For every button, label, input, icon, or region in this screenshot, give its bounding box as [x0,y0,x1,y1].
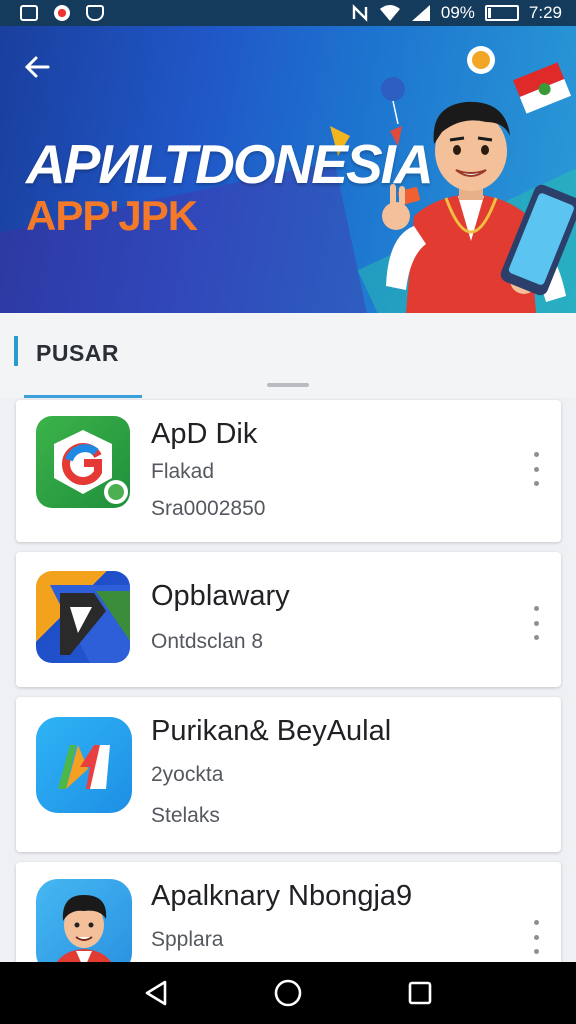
more-vert-icon [533,606,539,611]
section-header: PUSAR [0,313,576,398]
play-arrow-icon [36,571,130,663]
nfc-icon [352,4,368,22]
drag-handle[interactable] [267,383,309,387]
app-title: ApD Dik [151,418,258,450]
app-list-item[interactable]: Opblawary Ontdsclan 8 [16,552,561,687]
more-options-button[interactable] [531,606,541,640]
system-nav-bar [0,962,576,1024]
more-vert-icon [533,452,539,457]
circle-home-icon [274,979,302,1007]
clock: 7:29 [528,3,562,22]
nav-home-button[interactable] [270,975,306,1011]
status-bar: 09% 7:29 [0,0,576,26]
app-subtitle: Ontdsclan 8 [151,630,264,653]
app-notification-icon [54,5,70,21]
section-title: PUSAR [36,340,120,366]
arrow-left-icon [24,56,50,78]
battery-icon [484,5,519,21]
nav-back-button[interactable] [138,975,174,1011]
hero-banner: APИLTDONESIA APP'JPK [0,26,576,313]
app-subtitle: Flakad [151,460,215,483]
triangle-back-icon [145,980,167,1006]
app-list-item[interactable]: ApD Dik Flakad Sra0002850 [16,400,561,542]
gallery-notification-icon [20,5,38,21]
banner-subtitle: APP'JPK [26,192,198,239]
app-title: Opblawary [151,580,290,612]
mascot-illustration [382,101,576,313]
m-letter-icon [36,717,132,813]
more-options-button[interactable] [531,920,541,954]
back-button[interactable] [22,52,58,84]
app-detail: Sra0002850 [151,497,266,520]
wifi-icon [379,5,400,21]
app-detail: Stelaks [151,804,220,827]
app-title: Purikan& BeyAulal [151,715,392,747]
app-list-item[interactable]: Purikan& BeyAulal 2yockta Stelaks [16,697,561,852]
battery-percent: 09% [440,3,475,22]
shield-notification-icon [86,5,104,21]
avatar-icon [36,879,132,975]
app-subtitle: 2yockta [151,763,224,786]
nav-recents-button[interactable] [402,975,438,1011]
google-g-icon [36,416,130,508]
signal-icon [411,5,430,21]
tab-indicator [24,395,142,398]
app-title: Apalknary Nbongja9 [151,880,413,912]
section-accent-bar [14,336,18,366]
more-vert-icon [533,920,539,925]
more-options-button[interactable] [531,452,541,486]
app-subtitle: Spplara [151,928,224,951]
square-recents-icon [408,981,432,1005]
